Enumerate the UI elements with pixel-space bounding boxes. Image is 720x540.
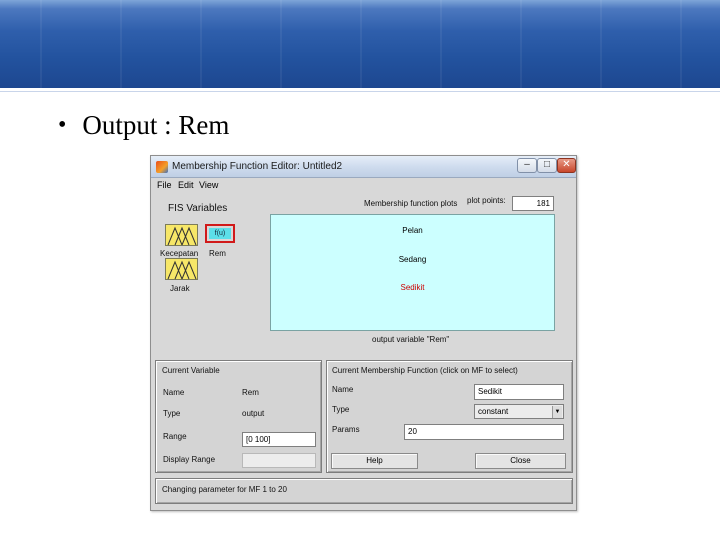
bullet-icon: • — [58, 112, 67, 138]
maximize-button[interactable]: □ — [537, 158, 557, 173]
banner-stripe — [120, 0, 122, 88]
mf-type-label: Type — [332, 405, 350, 414]
banner-stripe — [600, 0, 602, 88]
plot-points-input[interactable]: 181 — [512, 196, 554, 211]
mf-label-pelan[interactable]: Pelan — [271, 226, 554, 235]
banner-stripe — [680, 0, 682, 88]
banner-stripe — [440, 0, 442, 88]
window-title: Membership Function Editor: Untitled2 — [172, 161, 343, 172]
menu-file[interactable]: File — [157, 180, 172, 190]
help-button[interactable]: Help — [331, 453, 418, 469]
cv-type-value: output — [242, 409, 265, 418]
slide-title: Output : Rem — [82, 110, 230, 140]
banner-stripe — [280, 0, 282, 88]
cv-type-label: Type — [163, 409, 181, 418]
close-button[interactable]: Close — [475, 453, 566, 469]
banner-stripe — [520, 0, 522, 88]
banner-stripe — [40, 0, 42, 88]
current-variable-title: Current Variable — [162, 366, 220, 375]
close-window-button[interactable]: ✕ — [557, 158, 576, 173]
mf-name-label: Name — [332, 385, 354, 394]
mf-name-input[interactable]: Sedikit — [474, 384, 564, 400]
membership-shape-icon — [167, 226, 197, 246]
minimize-button[interactable]: – — [517, 158, 537, 173]
cv-display-range-input — [242, 453, 316, 468]
mf-label-sedikit[interactable]: Sedikit — [271, 283, 554, 292]
mf-params-input[interactable]: 20 — [404, 424, 564, 440]
header-divider-line — [0, 91, 720, 92]
menu-bar: File Edit View — [151, 178, 576, 193]
mf-plot-area[interactable]: Pelan Sedang Sedikit — [270, 214, 555, 331]
cv-range-input[interactable]: [0 100] — [242, 432, 316, 447]
slide-bullet-text: • Output : Rem — [58, 110, 229, 141]
mf-type-value: constant — [478, 407, 509, 416]
cv-display-range-label: Display Range — [163, 455, 216, 464]
input-variable-kecepatan-icon[interactable] — [165, 224, 198, 246]
slide-header-banner — [0, 0, 720, 88]
input-variable-jarak-icon[interactable] — [165, 258, 198, 280]
output-variable-rem-label: Rem — [209, 249, 226, 258]
status-message: Changing parameter for MF 1 to 20 — [162, 485, 287, 494]
menu-edit[interactable]: Edit — [178, 180, 194, 190]
window-titlebar[interactable]: Membership Function Editor: Untitled2 – … — [151, 156, 576, 178]
mf-type-dropdown[interactable]: constant ▼ — [474, 404, 564, 419]
menu-view[interactable]: View — [199, 180, 218, 190]
input-variable-jarak-label: Jarak — [170, 284, 190, 293]
fis-variables-heading: FIS Variables — [168, 203, 228, 214]
matlab-app-icon — [156, 161, 168, 173]
current-mf-title: Current Membership Function (click on MF… — [332, 366, 518, 375]
selected-output-highlight: f(u) — [205, 224, 235, 243]
output-variable-rem-icon[interactable]: f(u) — [209, 228, 231, 239]
cv-range-label: Range — [163, 432, 187, 441]
mf-plots-heading: Membership function plots — [364, 199, 458, 208]
plot-caption: output variable "Rem" — [372, 335, 450, 344]
chevron-down-icon[interactable]: ▼ — [552, 406, 562, 418]
cv-name-label: Name — [163, 388, 185, 397]
cv-name-value: Rem — [242, 388, 259, 397]
mf-params-label: Params — [332, 425, 360, 434]
mf-label-sedang[interactable]: Sedang — [271, 255, 554, 264]
input-variable-kecepatan-label: Kecepatan — [160, 249, 199, 258]
banner-stripe — [200, 0, 202, 88]
banner-stripe — [360, 0, 362, 88]
membership-shape-icon — [167, 260, 197, 280]
plot-points-label: plot points: — [467, 196, 506, 205]
